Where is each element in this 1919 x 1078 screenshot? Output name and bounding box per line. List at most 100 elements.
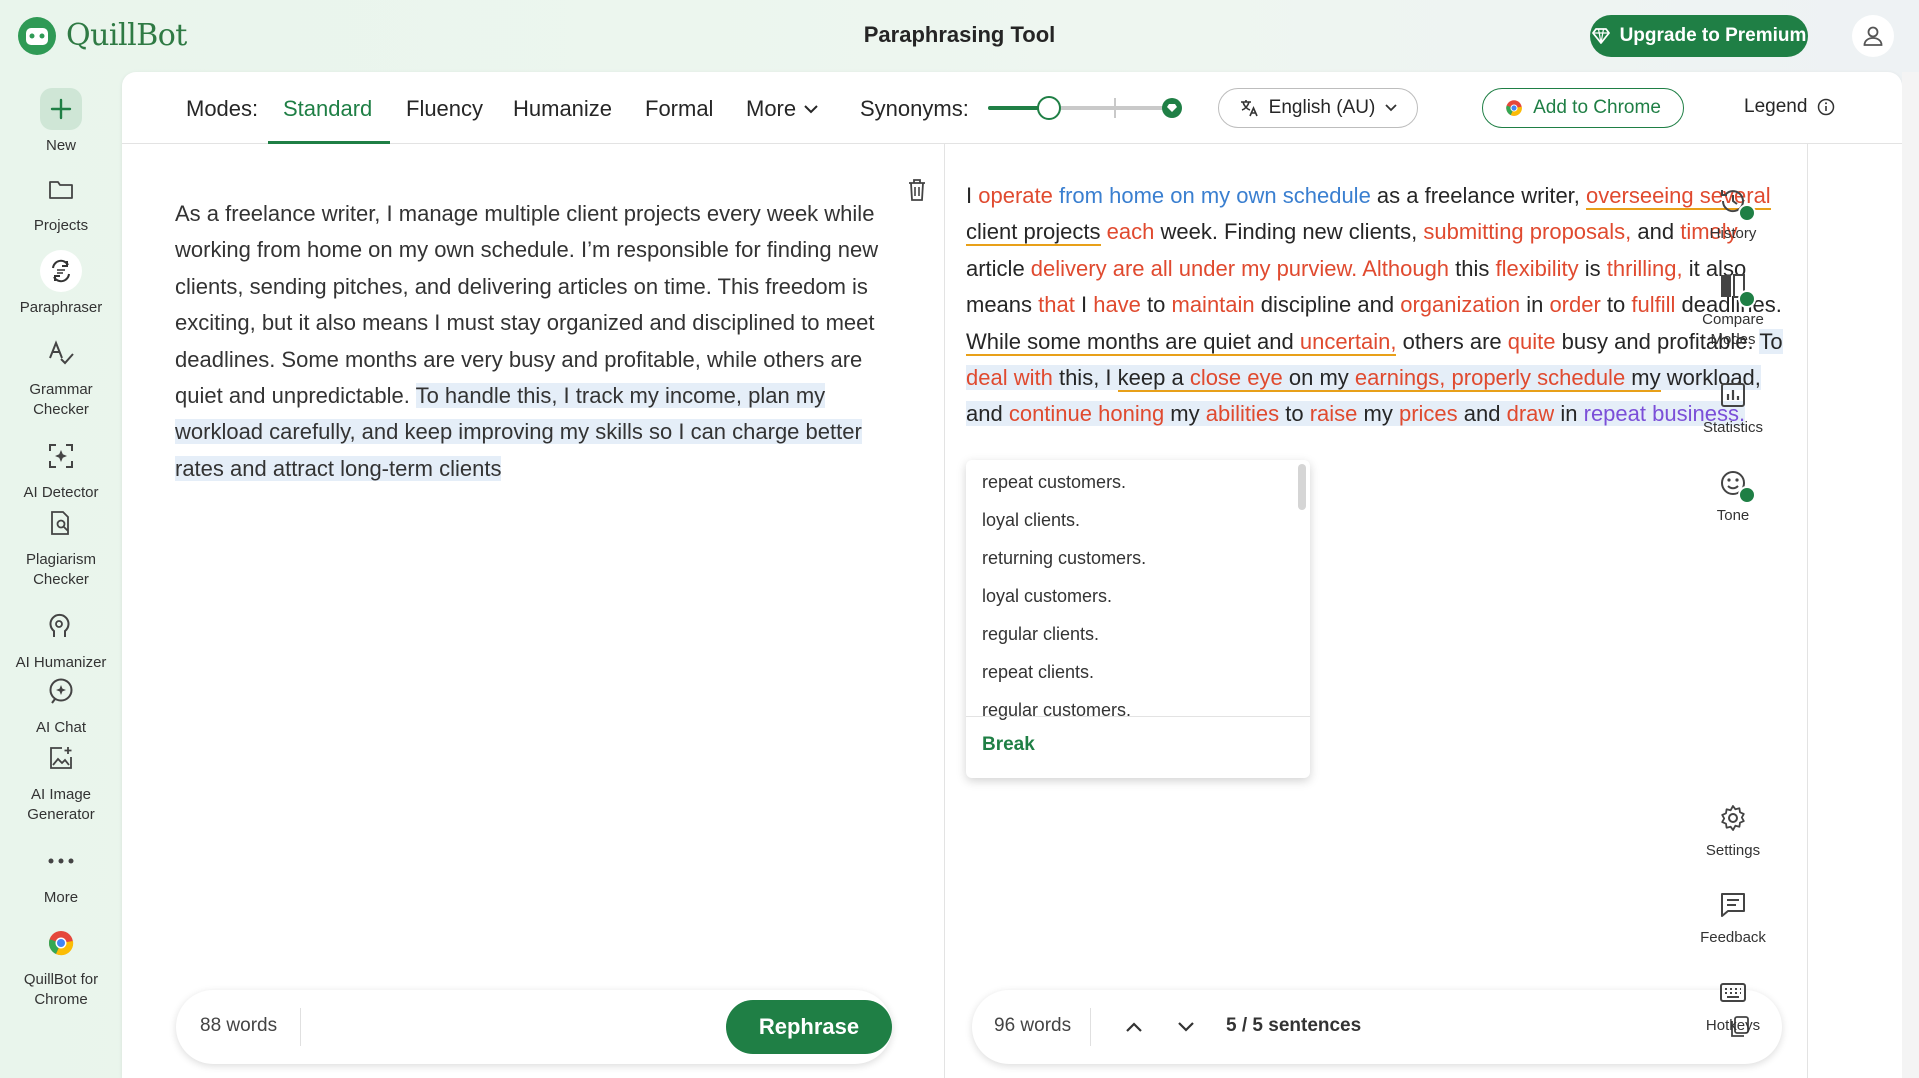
next-sentence-button[interactable] (1170, 1011, 1202, 1043)
output-segment[interactable]: uncertain, (1299, 328, 1397, 356)
image-generator-icon (40, 737, 82, 779)
suggestion-item[interactable]: loyal customers. (982, 586, 1112, 607)
tab-humanize[interactable]: Humanize (513, 96, 612, 122)
output-segment[interactable]: thrilling, (1607, 256, 1683, 281)
output-segment[interactable]: draw (1506, 401, 1555, 427)
sidebar-item-ai-detector[interactable]: AI Detector (0, 435, 122, 503)
rail-item-hotkeys[interactable]: Hotkeys (1686, 976, 1780, 1036)
output-segment[interactable]: operate (978, 183, 1053, 208)
output-segment[interactable]: abilities (1205, 401, 1280, 427)
chrome-icon (40, 922, 82, 964)
output-segment[interactable]: raise (1309, 401, 1358, 427)
output-segment: keep a (1117, 365, 1190, 393)
synonyms-slider-thumb[interactable] (1037, 96, 1061, 120)
output-segment[interactable]: close eye (1189, 365, 1283, 393)
synonyms-slider-track[interactable] (988, 106, 1178, 110)
tab-fluency[interactable]: Fluency (406, 96, 483, 122)
output-segment[interactable]: order (1549, 292, 1600, 317)
suggestion-item[interactable]: repeat customers. (982, 472, 1126, 493)
premium-gem-icon (1738, 290, 1756, 308)
suggestion-item[interactable]: repeat clients. (982, 662, 1094, 683)
output-segment[interactable]: continue honing (1008, 401, 1165, 427)
previous-sentence-button[interactable] (1118, 1011, 1150, 1043)
paraphraser-panel: Modes: Standard Fluency Humanize Formal … (122, 72, 1902, 1078)
tab-more[interactable]: More (746, 96, 818, 122)
output-segment[interactable]: organization (1400, 292, 1520, 317)
output-segment[interactable]: prices (1398, 401, 1458, 427)
output-text[interactable]: I operate from home on my own schedule a… (966, 178, 1786, 433)
suggestion-item[interactable]: loyal clients. (982, 510, 1080, 531)
input-footer: 88 words Rephrase (176, 990, 892, 1064)
sidebar-item-new[interactable]: New (0, 88, 122, 156)
suggestion-item[interactable]: regular clients. (982, 624, 1099, 645)
pane-divider (944, 144, 945, 1078)
rail-item-label: Feedback (1700, 929, 1766, 946)
sidebar-item-more[interactable]: More (0, 840, 122, 908)
rail-item-history[interactable]: History (1686, 184, 1780, 244)
suggestion-item[interactable]: regular customers. (982, 700, 1131, 721)
add-to-chrome-button[interactable]: Add to Chrome (1482, 88, 1684, 128)
rail-item-settings[interactable]: Settings (1686, 801, 1780, 861)
rail-item-label: Tone (1716, 507, 1750, 524)
output-segment[interactable]: flexibility (1496, 256, 1579, 281)
sidebar-item-quillbot-for-chrome[interactable]: QuillBot for Chrome (0, 922, 122, 1010)
account-avatar[interactable] (1852, 15, 1894, 57)
output-segment[interactable]: deal with (966, 365, 1053, 391)
suggestion-item[interactable]: returning customers. (982, 548, 1146, 569)
sidebar-item-paraphraser[interactable]: Paraphraser (0, 250, 122, 318)
ai-detector-icon (40, 435, 82, 477)
rail-item-label: Hotkeys (1705, 1017, 1761, 1034)
output-segment[interactable]: Although (1362, 256, 1449, 281)
output-segment[interactable]: maintain (1172, 292, 1255, 317)
sidebar-item-label: AI Chat (35, 719, 87, 736)
page-scrollbar[interactable] (1902, 72, 1919, 1078)
output-segment[interactable]: earnings, properly schedule (1354, 365, 1626, 393)
sidebar-item-grammar-checker[interactable]: Grammar Checker (0, 332, 122, 420)
rail-item-compare-modes[interactable]: Compare Modes (1686, 270, 1780, 350)
output-segment[interactable]: from home on my own schedule (1059, 183, 1371, 208)
diamond-icon (1591, 28, 1610, 44)
output-segment[interactable]: quite (1508, 329, 1556, 354)
output-segment[interactable]: have (1093, 292, 1141, 317)
sidebar-item-ai-humanizer[interactable]: AI Humanizer (0, 605, 122, 673)
compare-icon (1716, 270, 1756, 308)
output-segment: I (1074, 292, 1094, 318)
tab-formal[interactable]: Formal (645, 96, 713, 122)
output-segment[interactable]: delivery are all under my purview. (1031, 256, 1357, 281)
language-select[interactable]: English (AU) (1218, 88, 1418, 128)
humanizer-icon (40, 605, 82, 647)
sidebar-item-ai-image-generator[interactable]: AI Image Generator (0, 737, 122, 825)
rail-item-tone[interactable]: Tone (1686, 466, 1780, 526)
output-segment: in (1520, 292, 1550, 318)
sidebar-item-plagiarism-checker[interactable]: Plagiarism Checker (0, 502, 122, 590)
tab-standard[interactable]: Standard (283, 96, 372, 122)
keyboard-icon (1716, 976, 1750, 1010)
info-icon (1818, 98, 1835, 116)
input-textarea[interactable]: As a freelance writer, I manage multiple… (175, 196, 895, 487)
output-segment: week. Finding new clients, (1154, 219, 1424, 245)
logo[interactable]: QuillBot (16, 14, 187, 56)
rephrase-button[interactable]: Rephrase (726, 1000, 892, 1054)
tab-more-label: More (746, 96, 797, 121)
sidebar-item-ai-chat[interactable]: AI Chat (0, 670, 122, 738)
sidebar-item-label: Plagiarism Checker (25, 551, 97, 588)
premium-gem-icon (1738, 486, 1756, 504)
rail-item-statistics[interactable]: Statistics (1686, 378, 1780, 438)
break-sentence-button[interactable]: Break (982, 734, 1035, 756)
plagiarism-icon (40, 502, 82, 544)
output-segment: my (1357, 401, 1399, 427)
upgrade-button[interactable]: Upgrade to Premium (1590, 15, 1808, 57)
output-segment[interactable]: submitting proposals, (1423, 219, 1631, 244)
output-segment: others are (1396, 328, 1508, 354)
output-segment[interactable]: that (1038, 292, 1075, 317)
sidebar-item-label: Paraphraser (19, 299, 103, 316)
dropdown-scrollbar[interactable] (1298, 464, 1306, 510)
grammar-icon (40, 332, 82, 374)
output-segment[interactable]: each (1107, 219, 1155, 244)
sidebar-item-projects[interactable]: Projects (0, 168, 122, 236)
legend-button[interactable]: Legend (1744, 96, 1835, 118)
delete-text-button[interactable] (906, 178, 928, 207)
output-segment[interactable]: fulfill (1631, 292, 1675, 317)
chevron-down-icon (1178, 1022, 1194, 1032)
rail-item-feedback[interactable]: Feedback (1686, 888, 1780, 948)
